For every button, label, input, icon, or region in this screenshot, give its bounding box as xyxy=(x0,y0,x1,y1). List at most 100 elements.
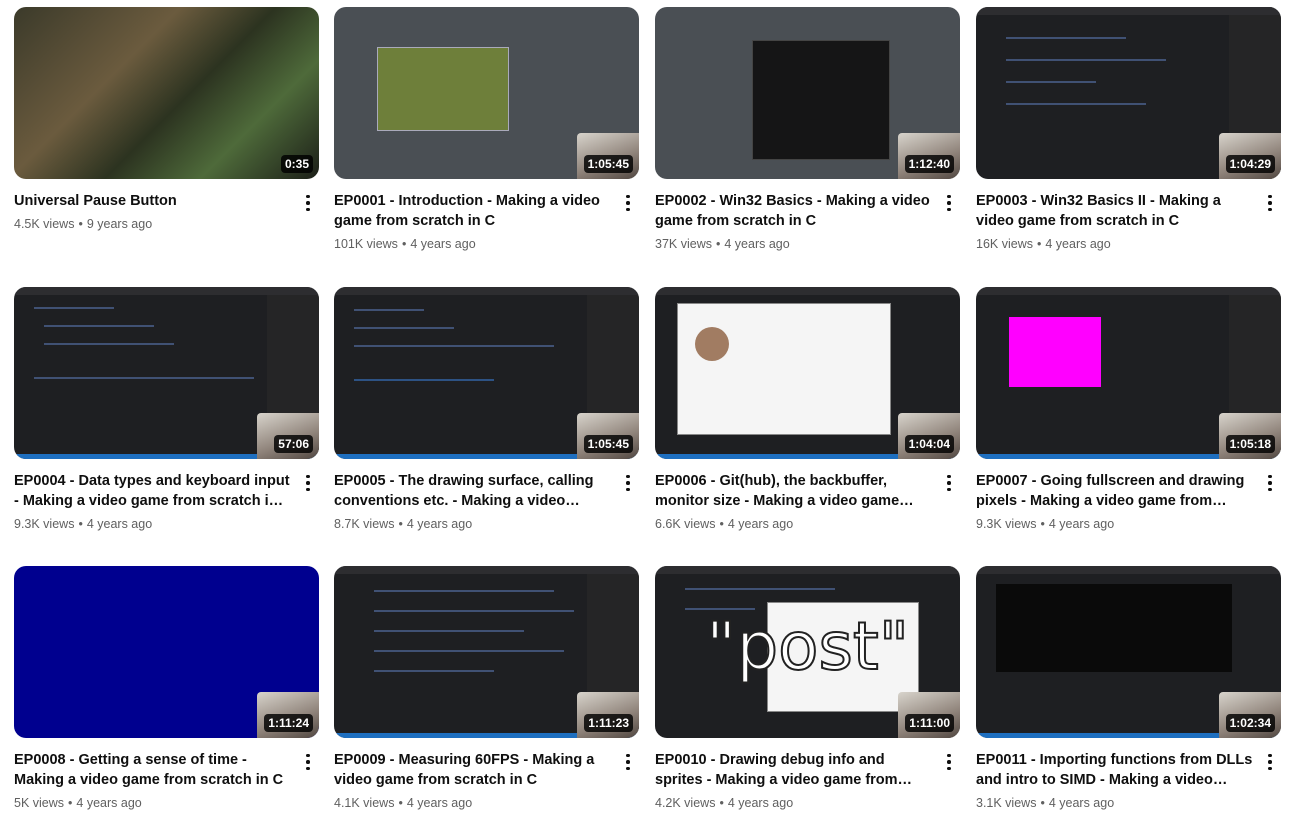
more-vert-icon[interactable] xyxy=(621,471,635,495)
more-vert-icon[interactable] xyxy=(301,750,315,774)
separator: • xyxy=(715,237,721,251)
code-line-art xyxy=(374,610,574,612)
video-thumbnail[interactable]: 0:35 xyxy=(14,7,319,179)
video-thumbnail[interactable]: 1:04:29 xyxy=(976,7,1281,179)
video-title[interactable]: EP0011 - Importing functions from DLLs a… xyxy=(976,750,1253,790)
upload-age: 4 years ago xyxy=(86,517,153,531)
browser-window-art xyxy=(677,303,891,435)
code-line-art xyxy=(34,377,254,379)
editor-window-art xyxy=(377,47,509,131)
video-stats: 4.5K views • 9 years ago xyxy=(14,217,291,231)
upload-age: 4 years ago xyxy=(410,237,476,251)
view-count: 9.3K views xyxy=(976,517,1037,531)
duration-badge: 1:04:04 xyxy=(904,435,954,453)
video-stats: 4.1K views • 4 years ago xyxy=(334,796,611,810)
video-thumbnail[interactable]: 1:11:24 xyxy=(14,566,319,738)
code-line-art xyxy=(1006,103,1146,105)
upload-age: 4 years ago xyxy=(1048,517,1115,531)
separator: • xyxy=(68,796,73,810)
video-thumbnail[interactable]: 1:11:23 xyxy=(334,566,639,738)
code-line-art xyxy=(34,307,114,309)
ide-toolbar-art xyxy=(334,566,639,574)
video-card[interactable]: "post" 1:11:00 EP0010 - Drawing debug in… xyxy=(655,566,960,810)
video-card[interactable]: 1:04:04 EP0006 - Git(hub), the backbuffe… xyxy=(655,287,960,531)
view-count: 8.7K views xyxy=(334,517,395,531)
console-window-art xyxy=(996,584,1232,672)
video-title[interactable]: Universal Pause Button xyxy=(14,191,291,211)
video-thumbnail[interactable]: 1:04:04 xyxy=(655,287,960,459)
more-vert-icon[interactable] xyxy=(301,471,315,495)
video-card[interactable]: 1:04:29 EP0003 - Win32 Basics II - Makin… xyxy=(976,7,1281,251)
view-count: 16K views xyxy=(976,237,1033,251)
code-line-art xyxy=(354,327,454,329)
ide-toolbar-art xyxy=(655,566,960,574)
view-count: 9.3K views xyxy=(14,517,75,531)
video-thumbnail[interactable]: 57:06 xyxy=(14,287,319,459)
video-stats: 101K views • 4 years ago xyxy=(334,237,611,251)
code-line-art xyxy=(374,590,554,592)
video-stats: 37K views • 4 years ago xyxy=(655,237,932,251)
video-thumbnail[interactable]: "post" 1:11:00 xyxy=(655,566,960,738)
duration-badge: 1:02:34 xyxy=(1225,714,1275,732)
thumbnail-overlay-text: "post" xyxy=(705,608,910,685)
duration-badge: 57:06 xyxy=(274,435,313,453)
video-title[interactable]: EP0002 - Win32 Basics - Making a video g… xyxy=(655,191,932,231)
video-card[interactable]: 1:11:24 EP0008 - Getting a sense of time… xyxy=(14,566,319,810)
more-vert-icon[interactable] xyxy=(1263,471,1277,495)
view-count: 6.6K views xyxy=(655,517,716,531)
code-line-art xyxy=(374,630,524,632)
video-title[interactable]: EP0008 - Getting a sense of time - Makin… xyxy=(14,750,291,790)
code-line-art xyxy=(1006,81,1096,83)
separator: • xyxy=(398,796,403,810)
ide-toolbar-art xyxy=(334,287,639,295)
more-vert-icon[interactable] xyxy=(621,191,635,215)
separator: • xyxy=(719,517,724,531)
upload-age: 4 years ago xyxy=(406,517,473,531)
code-line-art xyxy=(44,325,154,327)
video-thumbnail[interactable]: 1:05:45 xyxy=(334,7,639,179)
code-line-art xyxy=(1006,59,1166,61)
video-card[interactable]: 1:05:45 EP0005 - The drawing surface, ca… xyxy=(334,287,639,531)
video-card[interactable]: 1:11:23 EP0009 - Measuring 60FPS - Makin… xyxy=(334,566,639,810)
more-vert-icon[interactable] xyxy=(942,191,956,215)
video-thumbnail[interactable]: 1:05:45 xyxy=(334,287,639,459)
code-line-art xyxy=(354,309,424,311)
video-title[interactable]: EP0004 - Data types and keyboard input -… xyxy=(14,471,291,511)
video-card[interactable]: 0:35 Universal Pause Button 4.5K views • 9… xyxy=(14,7,319,231)
video-stats: 16K views • 4 years ago xyxy=(976,237,1253,251)
more-vert-icon[interactable] xyxy=(301,191,315,215)
more-vert-icon[interactable] xyxy=(942,471,956,495)
video-thumbnail[interactable]: 1:12:40 xyxy=(655,7,960,179)
video-title[interactable]: EP0001 - Introduction - Making a video g… xyxy=(334,191,611,231)
video-thumbnail[interactable]: 1:05:18 xyxy=(976,287,1281,459)
video-title[interactable]: EP0006 - Git(hub), the backbuffer, monit… xyxy=(655,471,932,511)
ide-toolbar-art xyxy=(976,566,1281,574)
video-title[interactable]: EP0003 - Win32 Basics II - Making a vide… xyxy=(976,191,1253,231)
video-title[interactable]: EP0010 - Drawing debug info and sprites … xyxy=(655,750,932,790)
code-line-art xyxy=(354,345,554,347)
video-card[interactable]: 1:05:45 EP0001 - Introduction - Making a… xyxy=(334,7,639,251)
video-thumbnail[interactable]: 1:02:34 xyxy=(976,566,1281,738)
more-vert-icon[interactable] xyxy=(1263,191,1277,215)
duration-badge: 1:05:18 xyxy=(1225,435,1275,453)
video-title[interactable]: EP0009 - Measuring 60FPS - Making a vide… xyxy=(334,750,611,790)
separator: • xyxy=(78,217,83,231)
video-stats: 8.7K views • 4 years ago xyxy=(334,517,611,531)
video-card[interactable]: 1:12:40 EP0002 - Win32 Basics - Making a… xyxy=(655,7,960,251)
code-line-art xyxy=(374,650,564,652)
more-vert-icon[interactable] xyxy=(621,750,635,774)
video-card[interactable]: 1:02:34 EP0011 - Importing functions fro… xyxy=(976,566,1281,810)
duration-badge: 1:05:45 xyxy=(583,155,633,173)
video-title[interactable]: EP0005 - The drawing surface, calling co… xyxy=(334,471,611,511)
duration-badge: 1:05:45 xyxy=(583,435,633,453)
more-vert-icon[interactable] xyxy=(1263,750,1277,774)
separator: • xyxy=(1036,237,1042,251)
ide-toolbar-art xyxy=(976,287,1281,295)
thumbnail-subtitle-art xyxy=(14,128,319,135)
video-stats: 3.1K views • 4 years ago xyxy=(976,796,1253,810)
more-vert-icon[interactable] xyxy=(942,750,956,774)
video-card[interactable]: 1:05:18 EP0007 - Going fullscreen and dr… xyxy=(976,287,1281,531)
video-card[interactable]: 57:06 EP0004 - Data types and keyboard i… xyxy=(14,287,319,531)
video-title[interactable]: EP0007 - Going fullscreen and drawing pi… xyxy=(976,471,1253,511)
view-count: 4.1K views xyxy=(334,796,395,810)
